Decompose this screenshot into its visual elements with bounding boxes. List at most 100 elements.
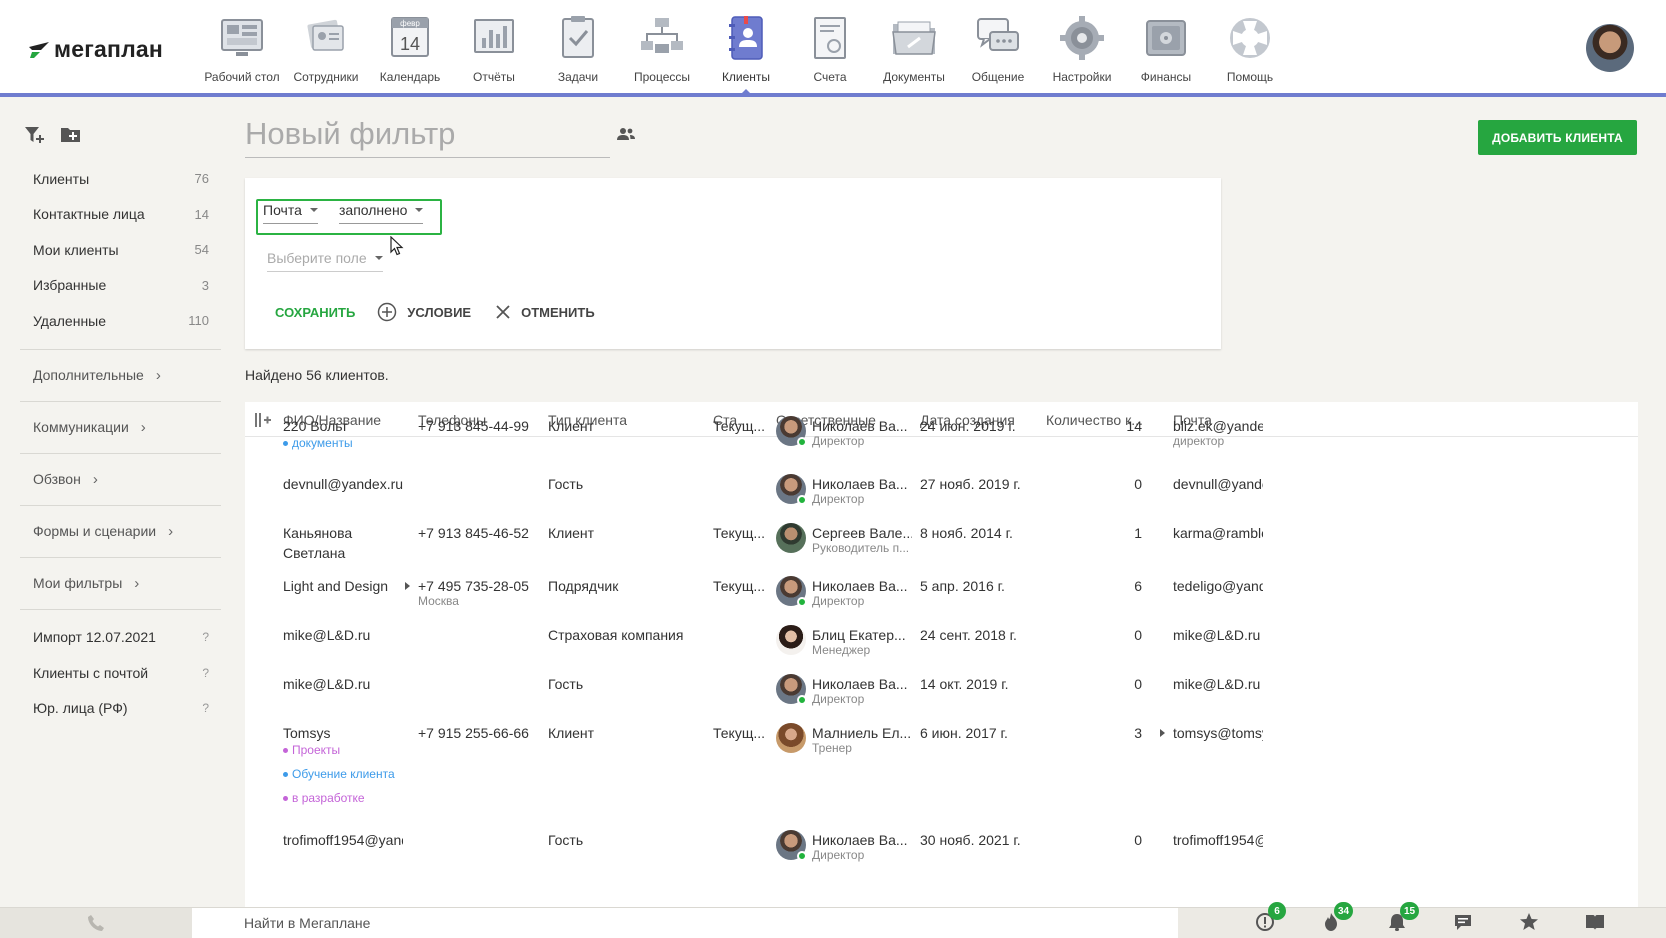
phone-button[interactable] bbox=[0, 908, 192, 938]
nav-item-invoices[interactable]: Счета bbox=[788, 0, 872, 93]
nav-item-communication[interactable]: Общение bbox=[956, 0, 1040, 93]
responsible-avatar[interactable] bbox=[776, 416, 807, 447]
email-value[interactable]: karma@rambler bbox=[1173, 525, 1263, 541]
responsible-name[interactable]: Николаев Ва... bbox=[812, 476, 912, 492]
client-name-link[interactable]: 220 Вольт bbox=[283, 418, 403, 434]
client-name-link[interactable]: trofimoff1954@yandex bbox=[283, 832, 403, 848]
phone-value[interactable]: +7 915 255-66-66 bbox=[418, 725, 538, 741]
sidebar-item[interactable]: Удаленные 110 bbox=[20, 303, 221, 339]
responsible-avatar[interactable] bbox=[776, 523, 806, 553]
email-value[interactable]: bliz.ek@yandex bbox=[1173, 418, 1263, 434]
nav-item-tasks[interactable]: Задачи bbox=[536, 0, 620, 93]
filter-title-input[interactable]: Новый фильтр bbox=[245, 116, 610, 158]
table-row[interactable]: trofimoff1954@yandex Гость Николаев Ва...Д… bbox=[245, 830, 1638, 880]
sidebar-group[interactable]: Коммуникации › bbox=[20, 402, 221, 454]
nav-item-documents[interactable]: Документы bbox=[872, 0, 956, 93]
chat-button[interactable] bbox=[1430, 908, 1496, 938]
phone-value[interactable]: +7 495 735-28-05 bbox=[405, 578, 537, 594]
table-row[interactable]: devnull@yandex.ru Гость Николаев Ва... Дире… bbox=[245, 474, 1638, 524]
nav-item-help[interactable]: Помощь bbox=[1208, 0, 1292, 93]
client-name-link[interactable]: Каньянова bbox=[283, 525, 403, 541]
table-row[interactable]: Каньянова Светлана +7 913 845-46-52 Клиент Т… bbox=[245, 523, 1638, 573]
client-name-link[interactable]: Light and Design bbox=[283, 578, 403, 594]
saved-filter-item[interactable]: Импорт 12.07.2021? bbox=[20, 620, 221, 656]
email-value[interactable]: devnull@yandex bbox=[1173, 476, 1263, 492]
table-row[interactable]: mike@L&D.ru Гость Николаев Ва... Директор 14… bbox=[245, 674, 1638, 724]
new-field-select[interactable]: Выберите поле bbox=[267, 250, 383, 272]
bell-button[interactable]: 15 bbox=[1364, 902, 1430, 938]
user-avatar[interactable] bbox=[1586, 24, 1634, 72]
filter-share-icon[interactable] bbox=[616, 127, 636, 141]
responsible-avatar[interactable] bbox=[776, 474, 807, 505]
client-name-link[interactable]: Tomsys bbox=[283, 725, 403, 741]
expand-caret-icon[interactable] bbox=[405, 582, 410, 590]
saved-filter-help-mark[interactable]: ? bbox=[202, 630, 209, 644]
sidebar-item[interactable]: Контактные лица 14 bbox=[20, 197, 221, 233]
sidebar-item[interactable]: Клиенты 76 bbox=[20, 161, 221, 197]
sidebar-group[interactable]: Мои фильтры › bbox=[20, 558, 221, 610]
fire-button[interactable]: 34 bbox=[1298, 902, 1364, 938]
responsible-name[interactable]: Николаев Ва... bbox=[812, 578, 912, 594]
sidebar-item[interactable]: Мои клиенты 54 bbox=[20, 232, 221, 268]
phone-value[interactable]: +7 913 845-44-99 bbox=[418, 418, 538, 434]
nav-item-clients[interactable]: Клиенты bbox=[704, 0, 788, 95]
responsible-avatar[interactable] bbox=[776, 830, 807, 861]
nav-item-finance[interactable]: Финансы bbox=[1124, 0, 1208, 93]
sidebar-group[interactable]: Формы и сценарии › bbox=[20, 506, 221, 558]
email-value[interactable]: trofimoff1954@ bbox=[1173, 832, 1263, 848]
responsible-avatar[interactable] bbox=[776, 625, 806, 655]
nav-item-settings[interactable]: Настройки bbox=[1040, 0, 1124, 93]
table-row[interactable]: mike@L&D.ru Страховая компания Блиц Екатер… bbox=[245, 625, 1638, 675]
client-tag[interactable]: документы bbox=[283, 436, 403, 450]
saved-filter-help-mark[interactable]: ? bbox=[202, 701, 209, 715]
nav-item-employees[interactable]: Сотрудники bbox=[284, 0, 368, 93]
client-name-link[interactable]: mike@L&D.ru bbox=[283, 676, 403, 692]
condition-operator-select[interactable]: заполнено bbox=[339, 202, 424, 224]
table-row[interactable]: Tomsys Проекты Обучение клиента в разработк… bbox=[245, 723, 1638, 805]
email-value[interactable]: mike@L&D.ru bbox=[1173, 676, 1263, 692]
responsible-avatar[interactable] bbox=[776, 674, 807, 705]
client-name-link[interactable]: mike@L&D.ru bbox=[283, 627, 403, 643]
condition-field-select[interactable]: Почта bbox=[263, 202, 318, 224]
responsible-avatar[interactable] bbox=[776, 576, 807, 607]
add-client-button[interactable]: ДОБАВИТЬ КЛИЕНТА bbox=[1478, 120, 1637, 155]
sidebar-item[interactable]: Избранные 3 bbox=[20, 268, 221, 304]
nav-item-reports[interactable]: Отчёты bbox=[452, 0, 536, 93]
megaplan-logo[interactable]: мегаплан bbox=[28, 36, 163, 63]
add-condition-button[interactable]: УСЛОВИЕ bbox=[377, 302, 471, 322]
page-scrollbar[interactable] bbox=[1660, 97, 1666, 907]
responsible-avatar[interactable] bbox=[776, 723, 806, 753]
cancel-filter-button[interactable]: ОТМЕНИТЬ bbox=[495, 304, 595, 320]
responsible-name[interactable]: Блиц Екатер... bbox=[812, 627, 912, 643]
responsible-name[interactable]: Николаев Ва... bbox=[812, 676, 912, 692]
table-row[interactable]: 220 Вольт документы +7 913 845-44-99 Клиент… bbox=[245, 416, 1638, 466]
nav-item-processes[interactable]: Процессы bbox=[620, 0, 704, 93]
global-search-input[interactable] bbox=[192, 908, 1178, 938]
table-row[interactable]: Light and Design +7 495 735-28-05 Москва По… bbox=[245, 576, 1638, 626]
nav-item-desktop[interactable]: Рабочий стол bbox=[200, 0, 284, 93]
sidebar-group[interactable]: Дополнительные › bbox=[20, 350, 221, 402]
email-value[interactable]: tomsys@tomsys bbox=[1160, 725, 1263, 741]
alert-button[interactable]: 6 bbox=[1232, 902, 1298, 938]
nav-item-calendar[interactable]: февр 14 Календарь bbox=[368, 0, 452, 93]
email-value[interactable]: tedeligo@yandex bbox=[1173, 578, 1263, 594]
saved-filter-item[interactable]: Клиенты с почтой? bbox=[20, 655, 221, 691]
client-tag[interactable]: Проекты bbox=[283, 743, 403, 757]
add-filter-icon[interactable] bbox=[24, 125, 46, 145]
saved-filter-help-mark[interactable]: ? bbox=[202, 666, 209, 680]
client-tag[interactable]: в разработке bbox=[283, 791, 403, 805]
save-filter-button[interactable]: СОХРАНИТЬ bbox=[275, 305, 355, 320]
phone-value[interactable]: +7 913 845-46-52 bbox=[418, 525, 538, 541]
responsible-name[interactable]: Малниель Ел... bbox=[812, 725, 912, 741]
client-name-link[interactable]: devnull@yandex.ru bbox=[283, 476, 403, 492]
saved-filter-item[interactable]: Юр. лица (РФ)? bbox=[20, 691, 221, 727]
responsible-name[interactable]: Николаев Ва... bbox=[812, 832, 912, 848]
star-button[interactable] bbox=[1496, 908, 1562, 938]
responsible-name[interactable]: Николаев Ва... bbox=[812, 418, 912, 434]
responsible-name[interactable]: Сергеев Вале... bbox=[812, 525, 912, 541]
email-value[interactable]: mike@L&D.ru bbox=[1173, 627, 1263, 643]
client-name-link[interactable]: Светлана bbox=[283, 545, 403, 561]
expand-caret-icon[interactable] bbox=[1160, 729, 1165, 737]
client-tag[interactable]: Обучение клиента bbox=[283, 767, 403, 781]
sidebar-group[interactable]: Обзвон › bbox=[20, 454, 221, 506]
